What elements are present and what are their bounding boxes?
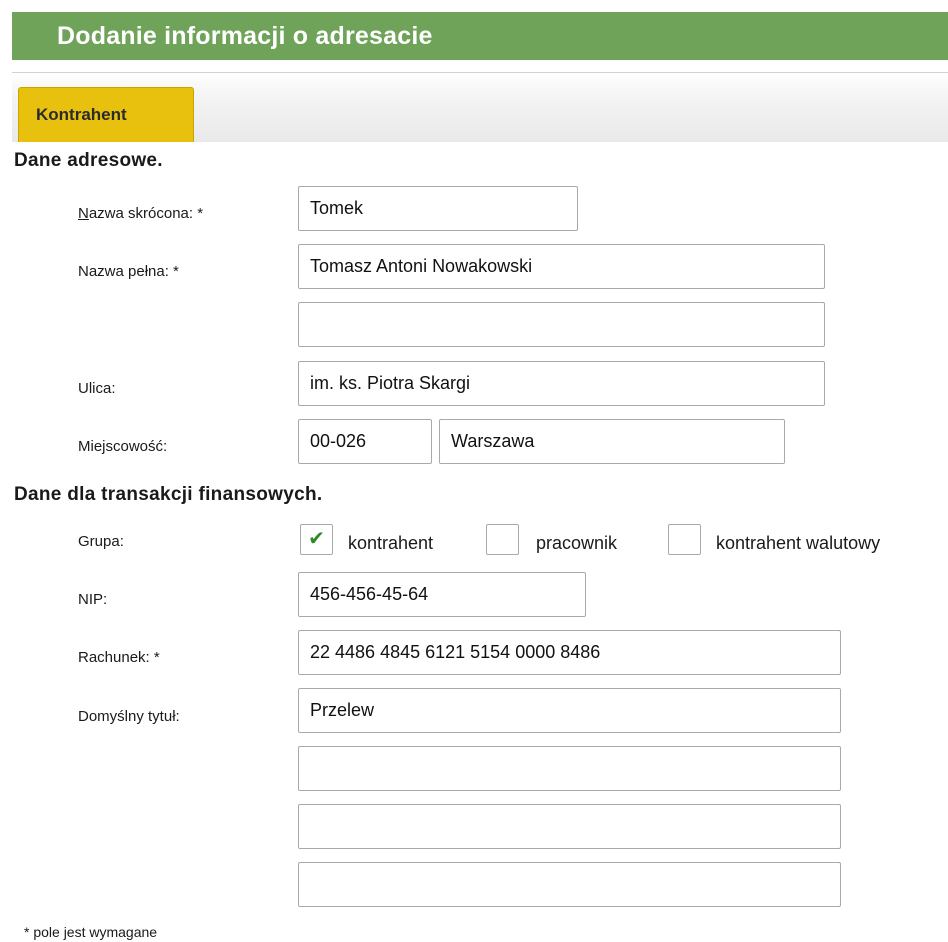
short-name-label-text: azwa skrócona: * [88, 205, 204, 222]
address-section-title: Dane adresowe. [14, 150, 163, 171]
group-kontrahent-walutowy-label: kontrahent walutowy [716, 533, 881, 553]
default-title-label: Domyślny tytuł: [78, 708, 180, 725]
default-title-line2-input[interactable] [298, 746, 841, 791]
checkmark-icon: ✔ [308, 528, 325, 550]
group-pracownik-label: pracownik [536, 533, 618, 553]
window-title: Dodanie informacji o adresacie [12, 12, 948, 60]
group-kontrahent-label: kontrahent [348, 533, 434, 553]
nip-label: NIP: [78, 591, 108, 608]
default-title-line3-input[interactable] [298, 804, 841, 849]
street-input[interactable] [298, 361, 825, 406]
default-title-line1-input[interactable] [298, 688, 841, 733]
short-name-input[interactable] [298, 186, 578, 231]
group-kontrahent-checkbox[interactable]: ✔ [300, 524, 333, 555]
group-pracownik-checkbox[interactable] [486, 524, 519, 555]
full-name-line1-input[interactable] [298, 244, 825, 289]
full-name-label: Nazwa pełna: * [78, 263, 179, 280]
default-title-line4-input[interactable] [298, 862, 841, 907]
account-input[interactable] [298, 630, 841, 675]
group-label: Grupa: [78, 533, 124, 550]
account-label: Rachunek: * [78, 649, 160, 666]
postal-code-input[interactable] [298, 419, 432, 464]
finance-section-title: Dane dla transakcji finansowych. [14, 484, 323, 505]
full-name-line2-input[interactable] [298, 302, 825, 347]
city-label: Miejscowość: [78, 438, 168, 455]
tab-kontrahent[interactable]: Kontrahent [18, 87, 194, 142]
group-kontrahent-walutowy-checkbox[interactable] [668, 524, 701, 555]
required-field-footnote: * pole jest wymagane [24, 924, 158, 940]
nip-input[interactable] [298, 572, 586, 617]
street-label: Ulica: [78, 380, 116, 397]
city-name-input[interactable] [439, 419, 785, 464]
short-name-label: Nazwa skrócona: * [78, 205, 203, 222]
short-name-label-accelerator: N [78, 205, 89, 222]
